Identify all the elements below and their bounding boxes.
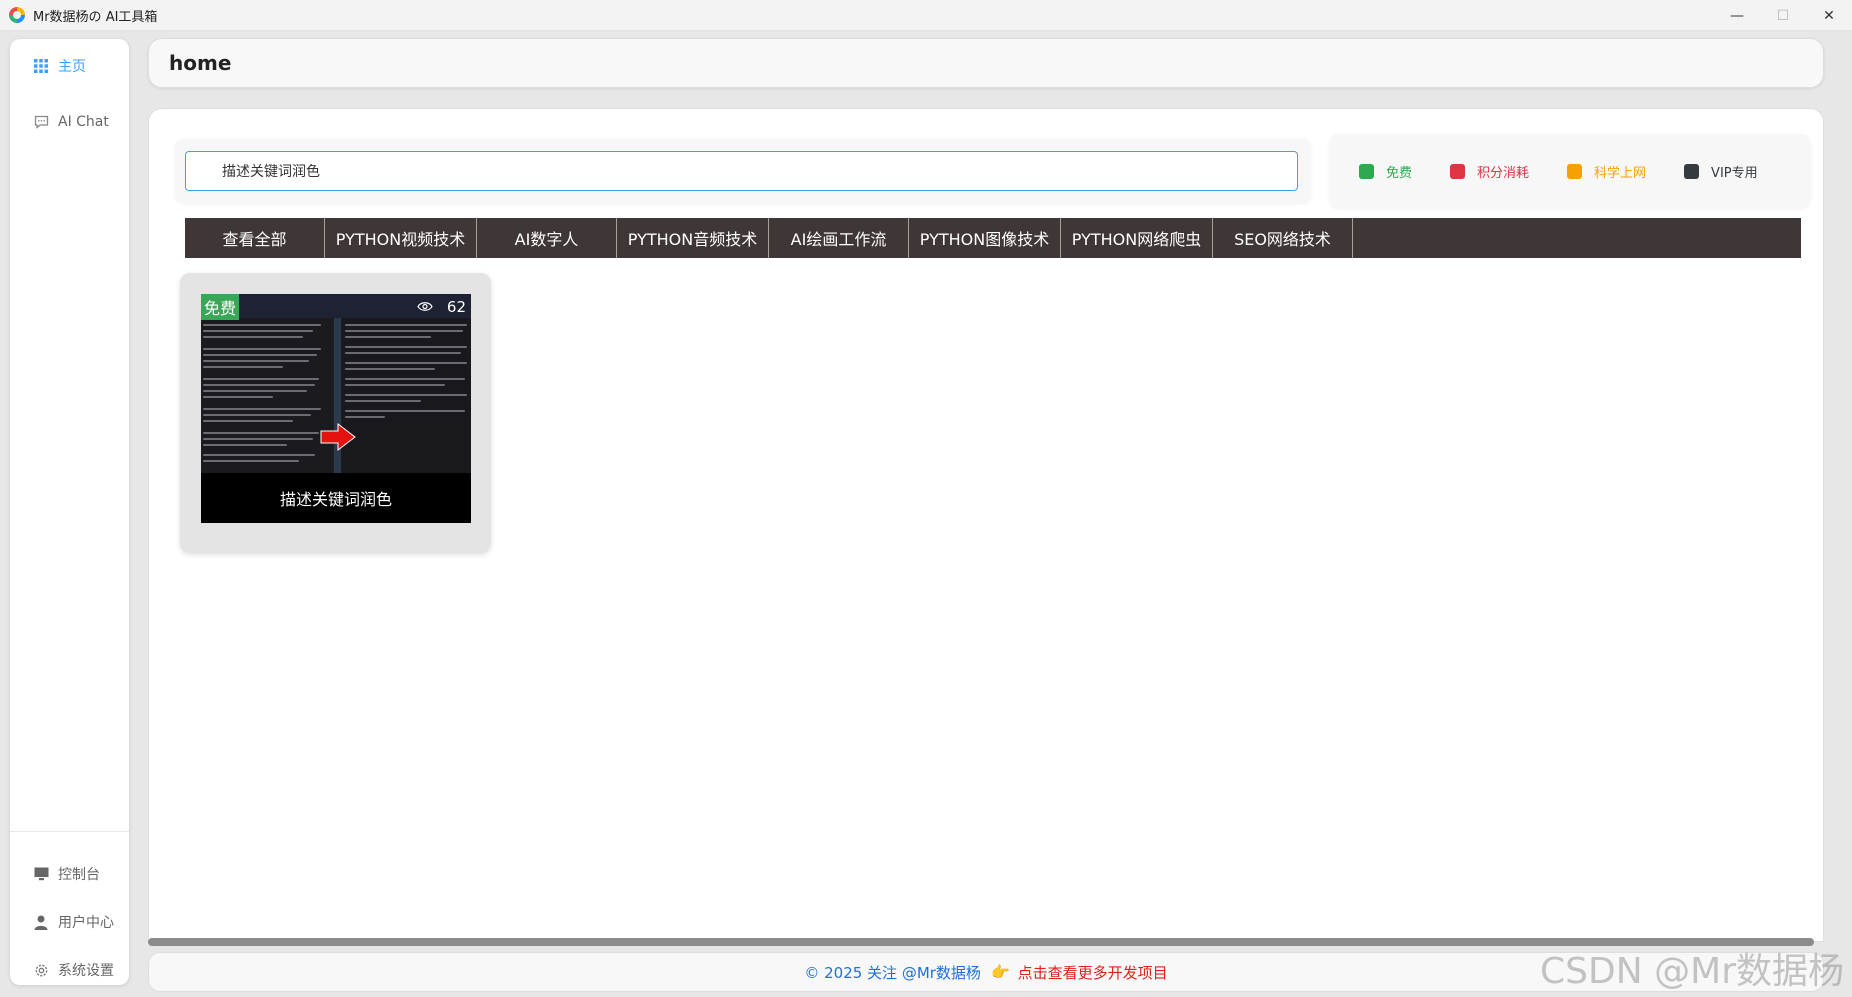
sidebar-item-ai-chat[interactable]: AI Chat [10, 102, 129, 142]
legend-swatch [1684, 163, 1700, 179]
tab-seo[interactable]: SEO网络技术 [1213, 218, 1353, 258]
sidebar-item-home[interactable]: 主页 [10, 46, 129, 86]
sidebar-item-label: AI Chat [58, 114, 109, 130]
eye-icon [417, 298, 433, 316]
window-title: Mr数据杨の AI工具箱 [33, 9, 158, 25]
maximize-button[interactable]: ☐ [1760, 0, 1806, 31]
legend-item-points: 积分消耗 [1450, 162, 1529, 181]
monitor-icon [32, 865, 50, 883]
legend-label: 科学上网 [1594, 165, 1647, 181]
app-logo-icon [9, 7, 25, 23]
gear-icon [32, 961, 50, 979]
legend-item-vip: VIP专用 [1684, 162, 1758, 181]
legend-item-free: 免费 [1359, 162, 1412, 181]
tab-view-all[interactable]: 查看全部 [185, 218, 325, 258]
legend-item-vpn: 科学上网 [1567, 162, 1646, 181]
sidebar-item-console[interactable]: 控制台 [10, 854, 129, 894]
user-icon [32, 913, 50, 931]
sidebar: 主页 AI Chat 控制台 用户中心 系统设置 [10, 39, 129, 985]
sidebar-item-settings[interactable]: 系统设置 [10, 950, 129, 990]
tab-python-crawler[interactable]: PYTHON网络爬虫 [1061, 218, 1213, 258]
sidebar-item-label: 控制台 [58, 867, 100, 883]
legend: 免费 积分消耗 科学上网 VIP专用 [1329, 134, 1811, 208]
tab-ai-painting-workflow[interactable]: AI绘画工作流 [769, 218, 909, 258]
category-tabs: 查看全部 PYTHON视频技术 AI数字人 PYTHON音频技术 AI绘画工作流… [185, 218, 1801, 258]
sidebar-item-label: 主页 [58, 59, 86, 75]
sidebar-item-user-center[interactable]: 用户中心 [10, 902, 129, 942]
close-button[interactable]: ✕ [1806, 0, 1852, 31]
legend-swatch [1450, 163, 1466, 179]
tool-card[interactable]: 免费 62 描述关键词润色 [180, 273, 491, 553]
card-title: 描述关键词润色 [201, 473, 471, 523]
legend-swatch [1359, 163, 1374, 179]
legend-label: 免费 [1386, 165, 1413, 181]
tab-python-audio[interactable]: PYTHON音频技术 [617, 218, 769, 258]
search-box [175, 139, 1311, 203]
window-titlebar: Mr数据杨の AI工具箱 — ☐ ✕ [0, 0, 1852, 31]
sidebar-item-label: 系统设置 [58, 963, 114, 979]
page-title: home [169, 51, 232, 75]
sidebar-item-label: 用户中心 [58, 915, 114, 931]
tab-python-image[interactable]: PYTHON图像技术 [909, 218, 1061, 258]
legend-swatch [1567, 163, 1583, 179]
thumbnail-text-panel [201, 294, 333, 473]
tab-python-video[interactable]: PYTHON视频技术 [325, 218, 477, 258]
free-badge: 免费 [201, 294, 239, 320]
sidebar-divider [10, 831, 129, 832]
chat-icon [32, 113, 50, 131]
arrow-right-icon [320, 422, 356, 455]
watermark: CSDN @Mr数据杨 [1540, 951, 1844, 992]
card-thumbnail: 免费 62 [201, 294, 471, 473]
view-count: 62 [417, 298, 466, 316]
pointing-hand-icon: 👉 [990, 963, 1010, 981]
main-panel: 免费 积分消耗 科学上网 VIP专用 查看全部 PYTHON视频技术 AI数字人… [148, 108, 1824, 942]
legend-label: 积分消耗 [1477, 165, 1530, 181]
view-count-value: 62 [446, 298, 466, 316]
footer-copyright: © 2025 关注 @Mr数据杨 [804, 963, 981, 982]
search-input[interactable] [185, 151, 1298, 191]
page-header: home [148, 38, 1824, 88]
tab-ai-digital-human[interactable]: AI数字人 [477, 218, 617, 258]
thumbnail-result-panel [342, 294, 471, 473]
minimize-button[interactable]: — [1714, 0, 1760, 31]
window-controls: — ☐ ✕ [1714, 0, 1852, 31]
grid-icon [32, 57, 50, 75]
more-projects-link[interactable]: 点击查看更多开发项目 [1018, 962, 1168, 983]
legend-label: VIP专用 [1711, 165, 1758, 181]
